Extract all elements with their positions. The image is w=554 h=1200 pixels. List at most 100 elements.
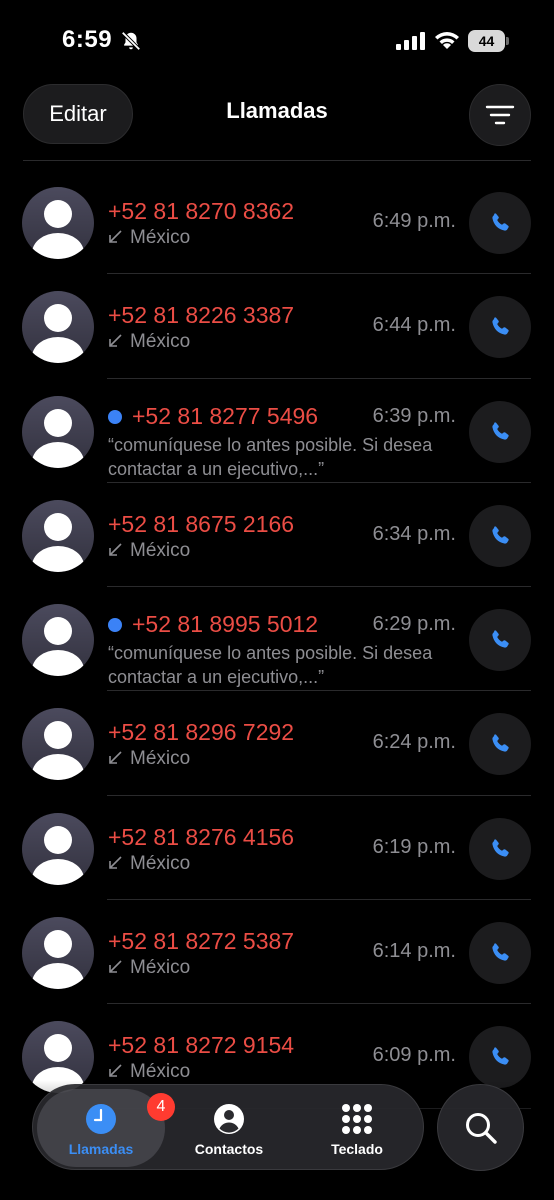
avatar: [22, 499, 94, 572]
location-text: México: [130, 331, 191, 353]
tab-label: Contactos: [194, 1141, 264, 1157]
call-location: México: [108, 331, 190, 353]
call-row[interactable]: +52 81 8272 5387 México 6:14 p.m.: [0, 900, 554, 1005]
avatar: [22, 187, 94, 259]
phone-icon: [492, 317, 509, 335]
wifi-icon: [435, 32, 459, 49]
call-list: +52 81 8270 8362 México 6:49 p.m. +52 81…: [0, 170, 554, 1109]
call-back-button[interactable]: [469, 922, 531, 985]
phone-icon: [492, 421, 509, 440]
caller-number: +52 81 8296 7292: [108, 719, 295, 746]
avatar: [22, 917, 94, 990]
location-text: México: [130, 957, 191, 979]
call-time: 6:29 p.m.: [372, 613, 456, 636]
divider: [23, 160, 531, 161]
person-icon: [44, 1034, 72, 1063]
caller-number: +52 81 8272 9154: [108, 1032, 295, 1059]
filter-button[interactable]: [469, 84, 531, 146]
call-back-button[interactable]: [469, 504, 531, 567]
call-time: 6:14 p.m.: [372, 940, 456, 963]
call-time: 6:34 p.m.: [372, 522, 456, 545]
phone-icon: [492, 213, 509, 231]
unread-dot: [108, 618, 122, 633]
phone-icon: [492, 1047, 509, 1065]
call-location: México: [108, 853, 190, 875]
unread-dot: [108, 409, 122, 424]
avatar: [22, 395, 94, 468]
keypad-grid-icon: [342, 1104, 372, 1134]
incoming-arrow-icon: [109, 230, 122, 243]
filter-icon: [485, 105, 515, 125]
call-row[interactable]: +52 81 8675 2166 México 6:34 p.m.: [0, 483, 554, 588]
call-row[interactable]: +52 81 8995 5012 “comuníquese lo antes p…: [0, 587, 554, 692]
call-row[interactable]: +52 81 8276 4156 México 6:19 p.m.: [0, 796, 554, 901]
call-location: México: [108, 540, 190, 562]
call-back-button[interactable]: [469, 817, 531, 880]
call-back-button[interactable]: [469, 713, 531, 776]
header: Editar Llamadas: [0, 84, 554, 148]
caller-number: +52 81 8270 8362: [108, 198, 295, 224]
phone-icon: [492, 734, 509, 753]
person-icon: [44, 304, 72, 333]
bell-slash-icon: [121, 31, 141, 51]
phone-icon: [492, 526, 509, 544]
person-icon: [44, 408, 72, 437]
call-back-button[interactable]: [469, 296, 531, 359]
battery-icon: 44: [468, 30, 505, 52]
call-location: México: [108, 227, 190, 249]
call-row[interactable]: +52 81 8296 7292 México 6:24 p.m.: [0, 691, 554, 796]
call-location: México: [108, 748, 190, 770]
call-row[interactable]: +52 81 8270 8362 México 6:49 p.m.: [0, 170, 554, 275]
location-text: México: [130, 852, 191, 874]
battery-indicator: 44: [468, 30, 510, 52]
tab-bar: Llamadas 4 Contactos Teclado: [32, 1084, 424, 1170]
caller-number: +52 81 8276 4156: [108, 823, 295, 850]
call-row[interactable]: +52 81 8226 3387 México 6:44 p.m.: [0, 274, 554, 379]
avatar: [22, 812, 94, 885]
voicemail-transcript: “comuníquese lo antes posible. Si desea …: [108, 643, 433, 688]
search-button[interactable]: [437, 1084, 524, 1171]
tab-contactos[interactable]: Contactos: [165, 1089, 293, 1167]
person-icon: [44, 721, 72, 750]
tab-label: Teclado: [331, 1141, 383, 1157]
call-back-button[interactable]: [469, 400, 531, 463]
battery-level: 44: [478, 33, 495, 49]
incoming-arrow-icon: [109, 751, 122, 765]
caller-number: +52 81 8675 2166: [108, 510, 295, 537]
call-location: México: [108, 957, 190, 979]
location-text: México: [130, 539, 191, 561]
incoming-arrow-icon: [109, 960, 122, 973]
caller-number: +52 81 8277 5496: [132, 402, 319, 429]
incoming-arrow-icon: [109, 334, 122, 348]
caller-number: +52 81 8272 5387: [108, 928, 295, 955]
person-icon: [44, 930, 72, 959]
voicemail-transcript: “comuníquese lo antes posible. Si desea …: [108, 434, 433, 479]
status-time: 6:59: [62, 26, 113, 53]
caller-number: +52 81 8226 3387: [108, 302, 295, 329]
call-back-button[interactable]: [469, 609, 531, 672]
phone-icon: [492, 839, 509, 857]
status-bar: 6:59 44: [0, 0, 554, 84]
person-icon: [44, 200, 72, 228]
avatar: [22, 708, 94, 781]
person-icon: [44, 512, 72, 541]
incoming-arrow-icon: [109, 543, 122, 556]
location-text: México: [130, 748, 191, 770]
tab-label: Llamadas: [68, 1141, 134, 1157]
call-time: 6:09 p.m.: [372, 1044, 456, 1067]
phone-icon: [492, 630, 509, 648]
incoming-arrow-icon: [109, 856, 122, 869]
person-icon: [44, 825, 72, 854]
tab-llamadas[interactable]: Llamadas: [37, 1089, 165, 1167]
cellular-signal-icon: [396, 32, 425, 50]
call-back-button[interactable]: [469, 192, 531, 254]
search-icon: [465, 1112, 497, 1144]
caller-number: +52 81 8995 5012: [132, 611, 319, 638]
call-row[interactable]: +52 81 8277 5496 “comuníquese lo antes p…: [0, 379, 554, 483]
location-text: México: [130, 227, 191, 248]
avatar: [22, 291, 94, 364]
avatar: [22, 604, 94, 677]
call-time: 6:39 p.m.: [372, 404, 456, 427]
tab-teclado[interactable]: Teclado: [293, 1089, 421, 1167]
call-time: 6:49 p.m.: [372, 210, 456, 232]
